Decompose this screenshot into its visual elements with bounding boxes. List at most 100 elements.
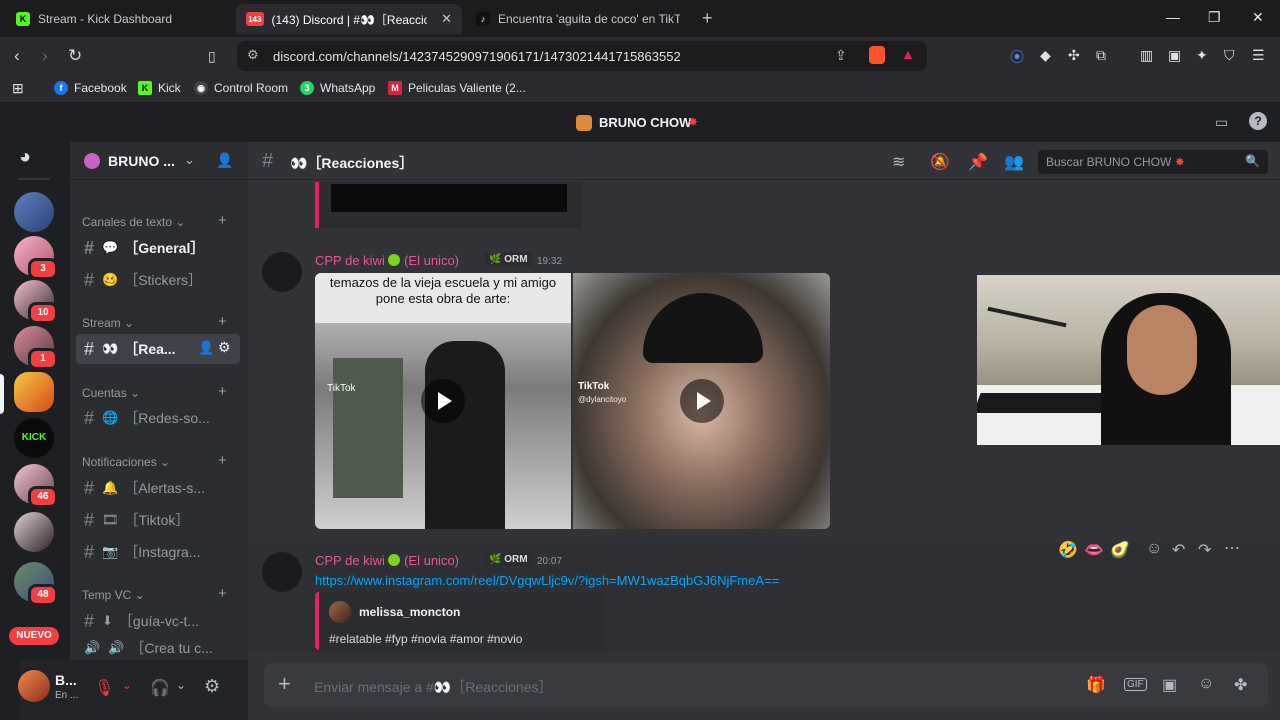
help-icon[interactable]: ?: [1249, 112, 1267, 130]
channel-stickers[interactable]: # 🥴 ［Stickers］: [76, 265, 240, 295]
channel-alertas[interactable]: # 🔔 ［Alertas-s...: [76, 473, 240, 503]
message-composer[interactable]: + Enviar mensaje a #👀［Reacciones］ 🎁 GIF …: [264, 663, 1268, 707]
inbox-icon[interactable]: ▭: [1215, 114, 1228, 131]
custom-emoji-icon[interactable]: 👄: [1084, 540, 1104, 560]
brave-shield-icon[interactable]: [869, 46, 885, 64]
message-author[interactable]: CPP de kiwi (El unico): [315, 253, 459, 268]
laughing-emoji-icon[interactable]: 🤣: [1058, 540, 1078, 560]
server-icon-active[interactable]: [14, 372, 54, 412]
channel-general[interactable]: # 💬 ［General］: [76, 233, 240, 263]
message-author[interactable]: CPP de kiwi (El unico): [315, 553, 459, 568]
add-reaction-icon[interactable]: ☺: [1146, 540, 1162, 558]
chevron-down-icon[interactable]: ⌄: [176, 678, 186, 692]
menu-icon[interactable]: ☰: [1252, 47, 1265, 64]
extensions-icon[interactable]: ✣: [1068, 47, 1080, 64]
server-icon[interactable]: 10: [14, 280, 58, 324]
channel-instagram[interactable]: # 📷 ［Instagra...: [76, 537, 240, 567]
leo-ai-icon[interactable]: ✦: [1196, 47, 1208, 64]
new-tab-icon[interactable]: +: [702, 8, 713, 29]
instagram-link[interactable]: https://www.instagram.com/reel/DVgqwLljc…: [315, 573, 779, 588]
bookmark-icon[interactable]: ▯: [208, 48, 216, 65]
add-channel-icon[interactable]: +: [218, 212, 227, 229]
invite-people-icon[interactable]: 👤: [216, 152, 233, 169]
category-text-channels[interactable]: Canales de texto ⌄: [82, 215, 185, 229]
discord-home-icon[interactable]: ◕: [19, 146, 49, 168]
add-channel-icon[interactable]: +: [218, 585, 227, 602]
channel-guia-vc[interactable]: # ⬇ ［guía-vc-t...: [76, 606, 240, 636]
url-bar[interactable]: ⚙ discord.com/channels/14237452909719061…: [237, 41, 927, 71]
category-temp-vc[interactable]: Temp VC ⌄: [82, 588, 145, 602]
threads-icon[interactable]: ≋: [892, 152, 905, 172]
play-button[interactable]: [421, 379, 465, 423]
add-channel-icon[interactable]: +: [218, 313, 227, 330]
apps-icon[interactable]: ✤: [1234, 675, 1247, 695]
extension-diamond-icon[interactable]: ◆: [1040, 47, 1051, 64]
emoji-icon[interactable]: ☺: [1198, 675, 1214, 693]
category-cuentas[interactable]: Cuentas ⌄: [82, 386, 140, 400]
server-icon[interactable]: 48: [14, 562, 58, 606]
search-input[interactable]: Buscar BRUNO CHOW ✸ 🔍: [1038, 150, 1268, 174]
avatar[interactable]: [262, 552, 302, 592]
notifications-muted-icon[interactable]: 🔕: [930, 152, 950, 172]
apps-grid-icon[interactable]: ⊞: [12, 80, 24, 97]
member-list-icon[interactable]: 👥: [1004, 152, 1024, 172]
invite-icon[interactable]: 👤: [198, 340, 214, 356]
chevron-down-icon[interactable]: ⌄: [184, 152, 195, 168]
add-channel-icon[interactable]: +: [218, 383, 227, 400]
tiktok-video-1[interactable]: temazos de la vieja escuela y mi amigo p…: [315, 273, 571, 529]
headphones-icon[interactable]: 🎧: [150, 678, 170, 698]
tab-tiktok[interactable]: ♪ Encuentra 'aguita de coco' en TikTok: [466, 4, 696, 34]
sticker-icon[interactable]: ▣: [1162, 675, 1177, 695]
screenshot-icon[interactable]: ⧉: [1096, 47, 1106, 64]
site-settings-icon[interactable]: ⚙: [247, 47, 259, 63]
clan-tag[interactable]: 🌿 ORM: [485, 253, 532, 266]
channel-crea-tu-canal[interactable]: 🔊 🔊 ［Crea tu c...: [76, 636, 240, 660]
server-icon[interactable]: 1: [14, 326, 58, 370]
bookmark-control-room[interactable]: ◉ Control Room: [194, 81, 288, 95]
link-embed[interactable]: melissa_moncton #relatable #fyp #novia #…: [315, 592, 605, 650]
embed-author[interactable]: melissa_moncton: [359, 605, 460, 619]
gif-icon[interactable]: GIF: [1124, 678, 1147, 691]
bookmark-facebook[interactable]: f Facebook: [54, 81, 127, 95]
forward-icon[interactable]: ↷: [1198, 540, 1211, 560]
brave-rewards-icon[interactable]: ▲: [901, 46, 915, 62]
clan-tag[interactable]: 🌿 ORM: [485, 553, 532, 566]
category-stream[interactable]: Stream ⌄: [82, 316, 134, 330]
pin-icon[interactable]: 📌: [968, 152, 988, 172]
new-badge[interactable]: NUEVO: [9, 627, 59, 645]
add-attachment-icon[interactable]: +: [278, 671, 291, 697]
more-options-icon[interactable]: ⋯: [1224, 538, 1240, 558]
reload-icon[interactable]: ↻: [68, 46, 82, 66]
settings-gear-icon[interactable]: ⚙: [218, 339, 231, 356]
tab-kick-dashboard[interactable]: K Stream - Kick Dashboard: [6, 4, 232, 34]
restore-icon[interactable]: ❐: [1208, 9, 1221, 26]
close-window-icon[interactable]: ✕: [1252, 9, 1264, 26]
gift-icon[interactable]: 🎁: [1086, 675, 1106, 695]
close-tab-icon[interactable]: ✕: [441, 11, 452, 27]
share-icon[interactable]: ⇪: [835, 47, 847, 64]
tab-discord[interactable]: 143 (143) Discord | #👀［Reacciones ✕: [236, 4, 462, 34]
minimize-icon[interactable]: —: [1166, 9, 1180, 25]
translate-icon[interactable]: ⦿: [1010, 47, 1024, 67]
avocado-emoji-icon[interactable]: 🥑: [1110, 540, 1130, 560]
add-channel-icon[interactable]: +: [218, 452, 227, 469]
category-notificaciones[interactable]: Notificaciones ⌄: [82, 455, 170, 469]
bookmark-kick[interactable]: K Kick: [138, 81, 181, 95]
forward-icon[interactable]: ›: [42, 46, 48, 66]
bookmark-whatsapp[interactable]: 3 WhatsApp: [300, 81, 375, 95]
chevron-down-icon[interactable]: ⌄: [122, 678, 132, 692]
channel-tiktok[interactable]: # 🎞 ［Tiktok］: [76, 505, 240, 535]
avatar[interactable]: [262, 252, 302, 292]
server-icon[interactable]: 3: [14, 236, 58, 280]
sidebar-icon[interactable]: ▥: [1140, 47, 1153, 64]
play-button[interactable]: [680, 379, 724, 423]
channel-reacciones[interactable]: # 👀 ［Rea... 👤 ⚙: [76, 334, 240, 364]
bookmark-peliculas[interactable]: M Peliculas Valiente (2...: [388, 81, 526, 95]
url-text[interactable]: discord.com/channels/1423745290971906171…: [273, 49, 681, 64]
mute-mic-icon[interactable]: 🎙: [94, 678, 114, 698]
guild-header[interactable]: BRUNO ... ⌄ 👤: [70, 142, 248, 180]
vpn-icon[interactable]: ⛉: [1224, 47, 1235, 64]
avatar[interactable]: [18, 670, 50, 702]
server-icon[interactable]: [14, 192, 54, 232]
user-settings-icon[interactable]: ⚙: [204, 676, 220, 697]
